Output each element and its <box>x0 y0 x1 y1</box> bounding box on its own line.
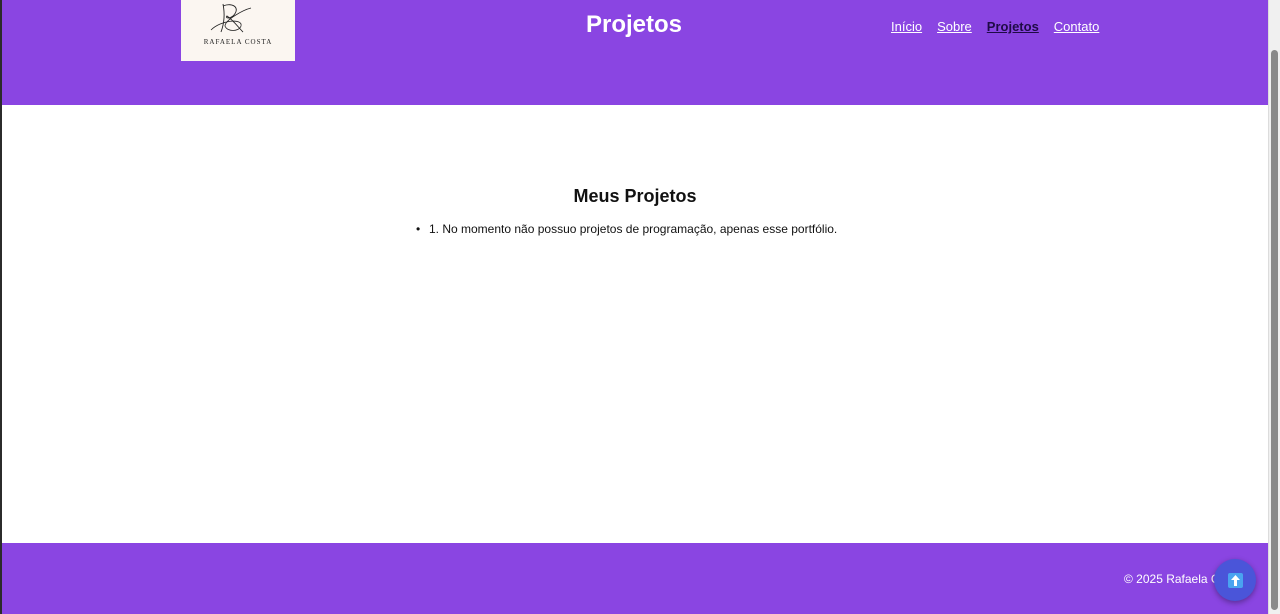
section-title: Meus Projetos <box>573 186 697 206</box>
page-viewport: RAFAELA COSTA Projetos Início Sobre Proj… <box>2 0 1268 614</box>
project-text: 1. No momento não possuo projetos de pro… <box>429 222 838 236</box>
vertical-scrollbar[interactable] <box>1268 0 1280 614</box>
arrow-up-icon <box>1227 572 1243 588</box>
site-footer: © 2025 Rafaela C <box>2 543 1268 614</box>
nav-link-inicio[interactable]: Início <box>891 19 922 35</box>
logo-text: RAFAELA COSTA <box>203 38 273 46</box>
main-nav: Início Sobre Projetos Contato <box>891 19 1099 35</box>
back-to-top-button[interactable] <box>1214 559 1256 601</box>
signature-logo-icon <box>210 3 252 33</box>
logo[interactable]: RAFAELA COSTA <box>181 0 295 61</box>
scrollbar-thumb[interactable] <box>1271 50 1278 610</box>
nav-link-sobre[interactable]: Sobre <box>937 19 972 35</box>
list-item: • 1. No momento não possuo projetos de pr… <box>416 221 837 237</box>
nav-link-contato[interactable]: Contato <box>1054 19 1100 35</box>
copyright-text: © 2025 Rafaela C <box>1124 572 1220 586</box>
project-list: • 1. No momento não possuo projetos de pr… <box>416 221 837 237</box>
site-header: RAFAELA COSTA Projetos Início Sobre Proj… <box>2 0 1268 105</box>
nav-link-projetos[interactable]: Projetos <box>987 19 1039 35</box>
list-bullet: • <box>416 222 421 236</box>
page-title: Projetos <box>585 11 683 38</box>
